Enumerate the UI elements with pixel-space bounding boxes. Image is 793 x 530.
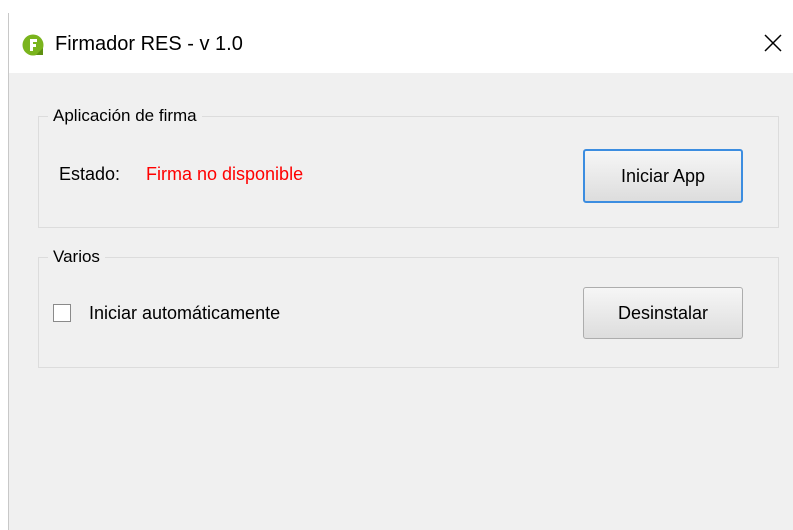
autostart-checkbox-label[interactable]: Iniciar automáticamente <box>89 301 280 325</box>
main-window: Firmador RES - v 1.0 Aplicación de firma… <box>8 13 793 530</box>
close-icon[interactable] <box>759 29 787 57</box>
misc-group-title: Varios <box>48 245 105 269</box>
uninstall-button[interactable]: Desinstalar <box>583 287 743 339</box>
signing-app-group: Aplicación de firma Estado: Firma no dis… <box>38 104 779 228</box>
status-value: Firma no disponible <box>146 164 304 184</box>
firmador-app-icon <box>22 34 44 56</box>
misc-group: Varios Iniciar automáticamente Desinstal… <box>38 245 779 368</box>
title-bar: Firmador RES - v 1.0 <box>9 13 793 73</box>
autostart-checkbox[interactable] <box>53 304 71 322</box>
window-title: Firmador RES - v 1.0 <box>55 33 243 55</box>
start-app-button[interactable]: Iniciar App <box>583 149 743 203</box>
status-label: Estado: <box>59 164 121 184</box>
signing-app-group-title: Aplicación de firma <box>48 104 202 128</box>
